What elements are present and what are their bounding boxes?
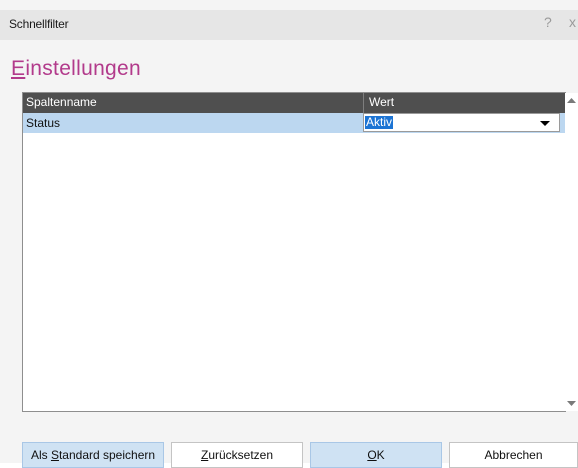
help-icon[interactable]: ? (544, 14, 552, 30)
heading-mnemonic: E (11, 57, 26, 80)
save-default-mnemonic: S (50, 448, 59, 462)
value-dropdown[interactable]: Aktiv (363, 113, 560, 132)
ok-post: K (376, 448, 385, 462)
save-default-pre: Als (30, 448, 51, 462)
cancel-button[interactable]: Abbrechen (449, 442, 578, 468)
ok-mnemonic: O (367, 448, 377, 462)
value-selected-text[interactable]: Aktiv (365, 116, 394, 129)
column-divider[interactable] (363, 93, 364, 113)
dropdown-arrow-icon[interactable] (538, 116, 552, 130)
cancel-label: Abbrechen (484, 448, 543, 462)
heading-text: instellungen (25, 57, 141, 80)
dialog-title: Schnellfilter (9, 17, 69, 31)
scroll-up-icon[interactable] (565, 95, 578, 107)
vertical-scrollbar[interactable] (565, 93, 578, 411)
scroll-down-icon[interactable] (565, 397, 578, 409)
settings-grid: Spaltenname Wert Status Aktiv (22, 92, 578, 412)
column-header-wert[interactable]: Wert (369, 95, 394, 109)
title-bar: Schnellfilter ? x (0, 10, 578, 40)
cell-column-name[interactable]: Status (26, 116, 60, 130)
settings-heading: Einstellungen (11, 57, 141, 81)
reset-post: urücksetzen (208, 448, 274, 462)
table-row[interactable]: Status Aktiv (23, 113, 565, 133)
save-default-post: tandard speichern (58, 448, 156, 462)
schnellfilter-dialog: Schnellfilter ? x Einstellungen Spaltenn… (0, 0, 578, 468)
grid-header: Spaltenname Wert (23, 93, 565, 113)
column-header-spaltenname[interactable]: Spaltenname (26, 95, 97, 109)
ok-button[interactable]: OK (310, 442, 442, 468)
close-icon[interactable]: x (569, 14, 576, 30)
reset-button[interactable]: Zurücksetzen (171, 442, 303, 468)
save-as-default-button[interactable]: Als Standard speichern (22, 442, 164, 468)
